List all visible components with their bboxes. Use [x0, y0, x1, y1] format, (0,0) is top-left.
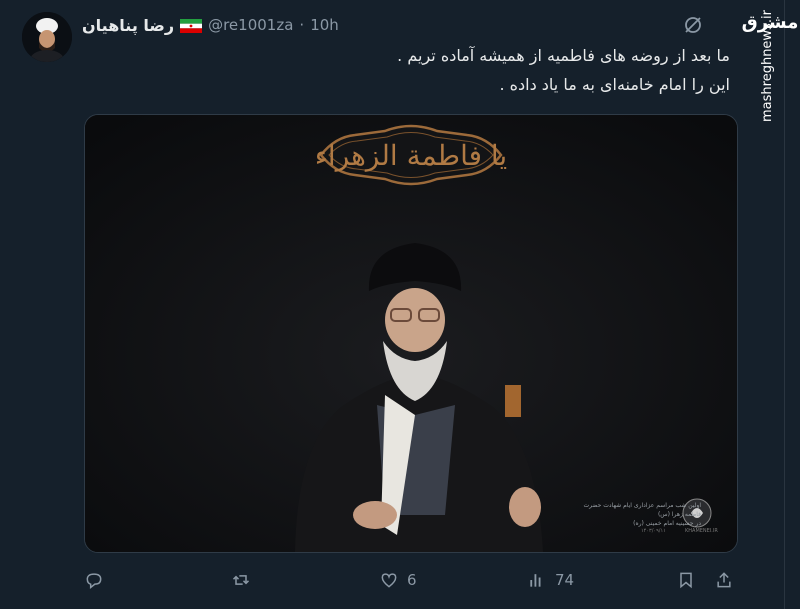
- bookmark-icon: [680, 572, 692, 589]
- column-divider: [784, 0, 785, 609]
- views-icon: [530, 574, 541, 587]
- post-time[interactable]: 10h: [310, 16, 339, 34]
- watermark-site: mashreghnews.ir: [760, 10, 775, 122]
- reply-button[interactable]: [84, 566, 112, 594]
- separator-dot: ·: [299, 16, 305, 34]
- caption-line: اولین شب مراسم عزاداری ایام شهادت حضرت ف…: [583, 502, 701, 518]
- heart-icon: [381, 573, 397, 588]
- photo-caption: اولین شب مراسم عزاداری ایام شهادت حضرت ف…: [571, 501, 701, 528]
- like-count: 6: [407, 571, 417, 589]
- media-photo: [85, 115, 737, 552]
- avatar[interactable]: [22, 12, 72, 62]
- tweet-actions: 6 74: [0, 566, 800, 594]
- caption-site: KHAMENEI.IR: [685, 528, 718, 534]
- share-icon: [717, 572, 731, 588]
- retweet-button[interactable]: [231, 566, 259, 594]
- caption-date: ۱۴۰۳/۰۹/۱۱: [641, 528, 666, 534]
- grok-icon[interactable]: [682, 14, 704, 36]
- tweet-line: این را امام خامنه‌ای به ما یاد داده .: [499, 75, 730, 94]
- reply-icon: [86, 573, 102, 590]
- author-handle[interactable]: @re1001za: [208, 16, 293, 34]
- author-name[interactable]: رضا پناهیان: [82, 16, 174, 35]
- views-count: 74: [555, 571, 575, 589]
- tweet-line: ما بعد از روضه های فاطمیه از همیشه آماده…: [397, 46, 730, 65]
- share-button[interactable]: [714, 566, 734, 594]
- caption-line: در حسینیه امام خمینی (ره): [633, 520, 701, 527]
- retweet-icon: [232, 575, 250, 585]
- like-button[interactable]: 6: [379, 566, 417, 594]
- tweet-media[interactable]: یا فاطمة الزهراء اولین شب مراسم عزاداری …: [84, 114, 738, 553]
- tweet-text: ما بعد از روضه های فاطمیه از همیشه آماده…: [360, 41, 730, 99]
- tweet-header: رضا پناهیان @re1001za · 10h: [82, 14, 339, 36]
- iran-flag-icon: [180, 18, 203, 33]
- banner-calligraphy: یا فاطمة الزهراء: [314, 139, 508, 172]
- views-button[interactable]: 74: [527, 566, 574, 594]
- bookmark-button[interactable]: [676, 566, 696, 594]
